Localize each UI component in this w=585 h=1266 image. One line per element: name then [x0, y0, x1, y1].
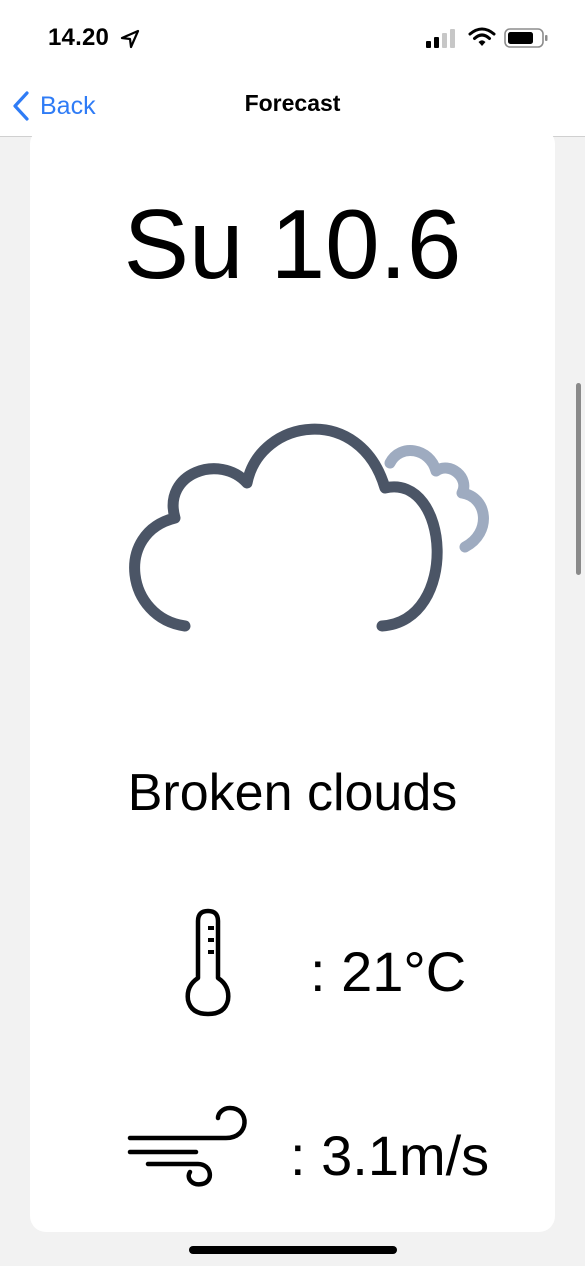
location-arrow-icon	[120, 29, 140, 49]
back-button[interactable]: Back	[10, 86, 96, 126]
status-time: 14.20	[48, 24, 110, 51]
wind-speed-value: : 3.1m/s	[290, 1124, 490, 1187]
forecast-card: Su 10.6 Broken clouds : 21°C : 3.1m/s	[30, 128, 555, 1232]
back-button-label: Back	[40, 91, 96, 120]
home-indicator[interactable]	[189, 1246, 397, 1254]
battery-icon	[504, 28, 548, 48]
vertical-scrollbar[interactable]	[576, 383, 581, 575]
wind-icon	[127, 1105, 247, 1187]
status-bar: 14.20	[0, 0, 585, 80]
temperature-value: : 21°C	[310, 940, 467, 1003]
wifi-icon	[468, 27, 496, 46]
cellular-signal-icon	[426, 29, 455, 48]
weather-description: Broken clouds	[127, 764, 458, 822]
broken-clouds-icon	[129, 423, 489, 632]
chevron-left-icon	[13, 91, 29, 121]
thermometer-icon	[185, 908, 231, 1017]
forecast-day: Su 10.6	[123, 189, 462, 299]
